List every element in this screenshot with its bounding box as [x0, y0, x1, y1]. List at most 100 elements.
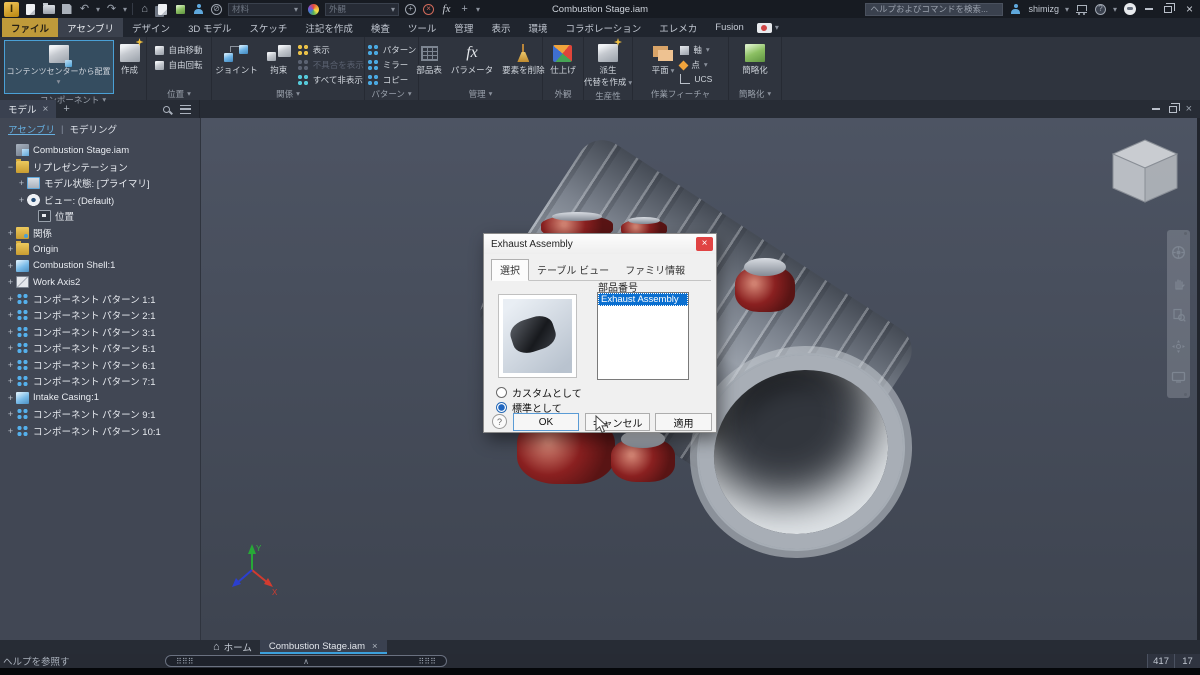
browser-tab-model[interactable]: モデル ×	[0, 100, 56, 118]
ucs-button[interactable]: UCS	[680, 74, 712, 84]
viewport-canvas[interactable]: Y X Exhaust Assembly × 選択 テーブル ビュー ファミリ情…	[201, 118, 1197, 640]
pan-hand-icon[interactable]	[1172, 277, 1186, 291]
point-button[interactable]: 点▾	[680, 59, 712, 71]
orbit-icon[interactable]	[1171, 339, 1186, 354]
redo-caret-icon[interactable]: ▾	[123, 5, 127, 14]
doc-restore-icon[interactable]	[1169, 106, 1177, 113]
free-rotate-button[interactable]: 自由回転	[155, 59, 202, 71]
app-store-cart-icon[interactable]	[1075, 3, 1088, 16]
panel-title-simplify[interactable]: 簡略化▾	[729, 87, 781, 100]
user-name[interactable]: shimizg	[1028, 4, 1059, 14]
tree-item[interactable]: +Combustion Shell:1	[0, 258, 200, 275]
component-icon[interactable]	[174, 3, 187, 16]
close-document-icon[interactable]: ×	[372, 641, 378, 652]
ribbon-tab-検査[interactable]: 検査	[362, 18, 399, 37]
new-file-icon[interactable]	[24, 3, 37, 16]
parameters-fx-icon[interactable]: fx	[440, 3, 453, 16]
tree-item[interactable]: +関係	[0, 225, 200, 242]
zoom-icon[interactable]	[1172, 308, 1186, 322]
expand-icon[interactable]: +	[5, 294, 16, 304]
dialog-close-button[interactable]: ×	[696, 237, 713, 251]
mirror-button[interactable]: ミラー	[367, 59, 417, 71]
ribbon-tab-デザイン[interactable]: デザイン	[123, 18, 179, 37]
ribbon-tab-Fusion[interactable]: Fusion	[706, 18, 753, 37]
place-from-content-center-button[interactable]: コンテンツセンターから配置 ▾	[4, 40, 114, 94]
qat-overflow-caret-icon[interactable]: ▾	[476, 5, 480, 14]
ribbon-tab-管理[interactable]: 管理	[445, 18, 482, 37]
tree-item[interactable]: +コンポーネント パターン 5:1	[0, 340, 200, 357]
radio-standard-circle-icon[interactable]	[496, 402, 507, 413]
copy-button[interactable]: コピー	[367, 74, 417, 86]
clear-appearance-icon[interactable]: ×	[422, 3, 435, 16]
constrain-button[interactable]: 拘束	[264, 40, 294, 78]
panel-title-manage[interactable]: 管理▾	[419, 87, 542, 100]
expand-icon[interactable]: +	[5, 261, 16, 271]
help-icon[interactable]: ?	[1094, 3, 1107, 16]
ribbon-tab-スケッチ[interactable]: スケッチ	[240, 18, 296, 37]
panel-title-position[interactable]: 位置▾	[147, 87, 211, 100]
tree-item[interactable]: 位置	[0, 208, 200, 225]
tree-item[interactable]: +モデル状態: [プライマリ]	[0, 175, 200, 192]
view-cube[interactable]	[1105, 132, 1185, 212]
expand-icon[interactable]: +	[5, 393, 16, 403]
ribbon-tab-コラボレーション[interactable]: コラボレーション	[556, 18, 650, 37]
home-view-icon[interactable]: ⌂	[138, 3, 151, 16]
purge-button[interactable]: 要素を削除	[499, 40, 548, 78]
expand-icon[interactable]: +	[5, 360, 16, 370]
expand-icon[interactable]: +	[5, 376, 16, 386]
tree-item[interactable]: +コンポーネント パターン 7:1	[0, 373, 200, 390]
browser-mode-assembly[interactable]: アセンブリ	[8, 122, 55, 136]
dialog-help-button[interactable]: ?	[492, 414, 507, 429]
tree-item[interactable]: +コンポーネント パターン 6:1	[0, 357, 200, 374]
axis-button[interactable]: 軸▾	[680, 44, 712, 56]
joint-button[interactable]: ジョイント	[212, 40, 261, 78]
expand-icon[interactable]: +	[5, 409, 16, 419]
undo-caret-icon[interactable]: ▾	[96, 5, 100, 14]
expand-icon[interactable]: +	[5, 277, 16, 287]
tree-item[interactable]: Combustion Stage.iam	[0, 142, 200, 159]
minimize-button[interactable]	[1142, 3, 1155, 16]
simplify-button[interactable]: 簡略化	[739, 40, 771, 78]
part-number-list[interactable]: Exhaust Assembly	[597, 292, 689, 380]
expand-icon[interactable]: +	[5, 310, 16, 320]
document-tab-combustion-stage[interactable]: Combustion Stage.iam ×	[260, 640, 387, 654]
panel-title-relationships[interactable]: 関係▾	[212, 87, 364, 100]
user-group-icon[interactable]	[192, 3, 205, 16]
navigation-wheel-icon[interactable]	[1171, 245, 1186, 260]
close-browser-tab-icon[interactable]: ×	[43, 104, 49, 115]
mini-toolbar-pill[interactable]: ⠿⠿⠿ ∧ ⠿⠿⠿	[165, 655, 447, 667]
radio-custom-circle-icon[interactable]	[496, 387, 507, 398]
doc-close-icon[interactable]: ×	[1186, 104, 1192, 115]
expand-icon[interactable]: +	[5, 228, 16, 238]
tree-item[interactable]: +コンポーネント パターン 10:1	[0, 423, 200, 440]
finish-button[interactable]: 仕上げ	[547, 40, 579, 78]
free-move-button[interactable]: 自由移動	[155, 44, 202, 56]
plane-button[interactable]: 平面▾	[649, 40, 678, 78]
tree-item[interactable]: +コンポーネント パターン 3:1	[0, 324, 200, 341]
dialog-tab-family-info[interactable]: ファミリ情報	[617, 260, 693, 280]
save-icon[interactable]	[60, 3, 73, 16]
doc-minimize-icon[interactable]	[1152, 108, 1160, 110]
restore-button[interactable]	[1161, 3, 1174, 16]
tree-item[interactable]: +Intake Casing:1	[0, 390, 200, 407]
chevron-up-icon[interactable]: ∧	[303, 657, 309, 666]
create-component-button[interactable]: 作成	[117, 40, 143, 78]
radio-as-custom[interactable]: カスタムとして	[496, 385, 582, 400]
add-browser-tab-button[interactable]: +	[56, 100, 76, 118]
browser-menu-icon[interactable]	[180, 105, 191, 114]
show-sick-button[interactable]: 不具合を表示	[297, 59, 364, 71]
ribbon-tab-表示[interactable]: 表示	[482, 18, 519, 37]
tree-item[interactable]: +コンポーネント パターン 9:1	[0, 406, 200, 423]
dialog-title[interactable]: Exhaust Assembly	[484, 234, 716, 254]
color-wheel-icon[interactable]	[307, 3, 320, 16]
hide-all-button[interactable]: すべて非表示	[297, 74, 364, 86]
parameters-button[interactable]: fx パラメータ	[448, 40, 496, 78]
tree-item[interactable]: +Origin	[0, 241, 200, 258]
screencast-caret-icon[interactable]: ▾	[775, 23, 779, 32]
expand-icon[interactable]: +	[5, 426, 16, 436]
appearance-select[interactable]: 外観▾	[325, 3, 399, 16]
ribbon-tab-環境[interactable]: 環境	[519, 18, 556, 37]
no-entry-icon[interactable]: ⊘	[210, 3, 223, 16]
browser-mode-modeling[interactable]: モデリング	[70, 122, 118, 136]
close-button[interactable]: ×	[1183, 3, 1196, 16]
